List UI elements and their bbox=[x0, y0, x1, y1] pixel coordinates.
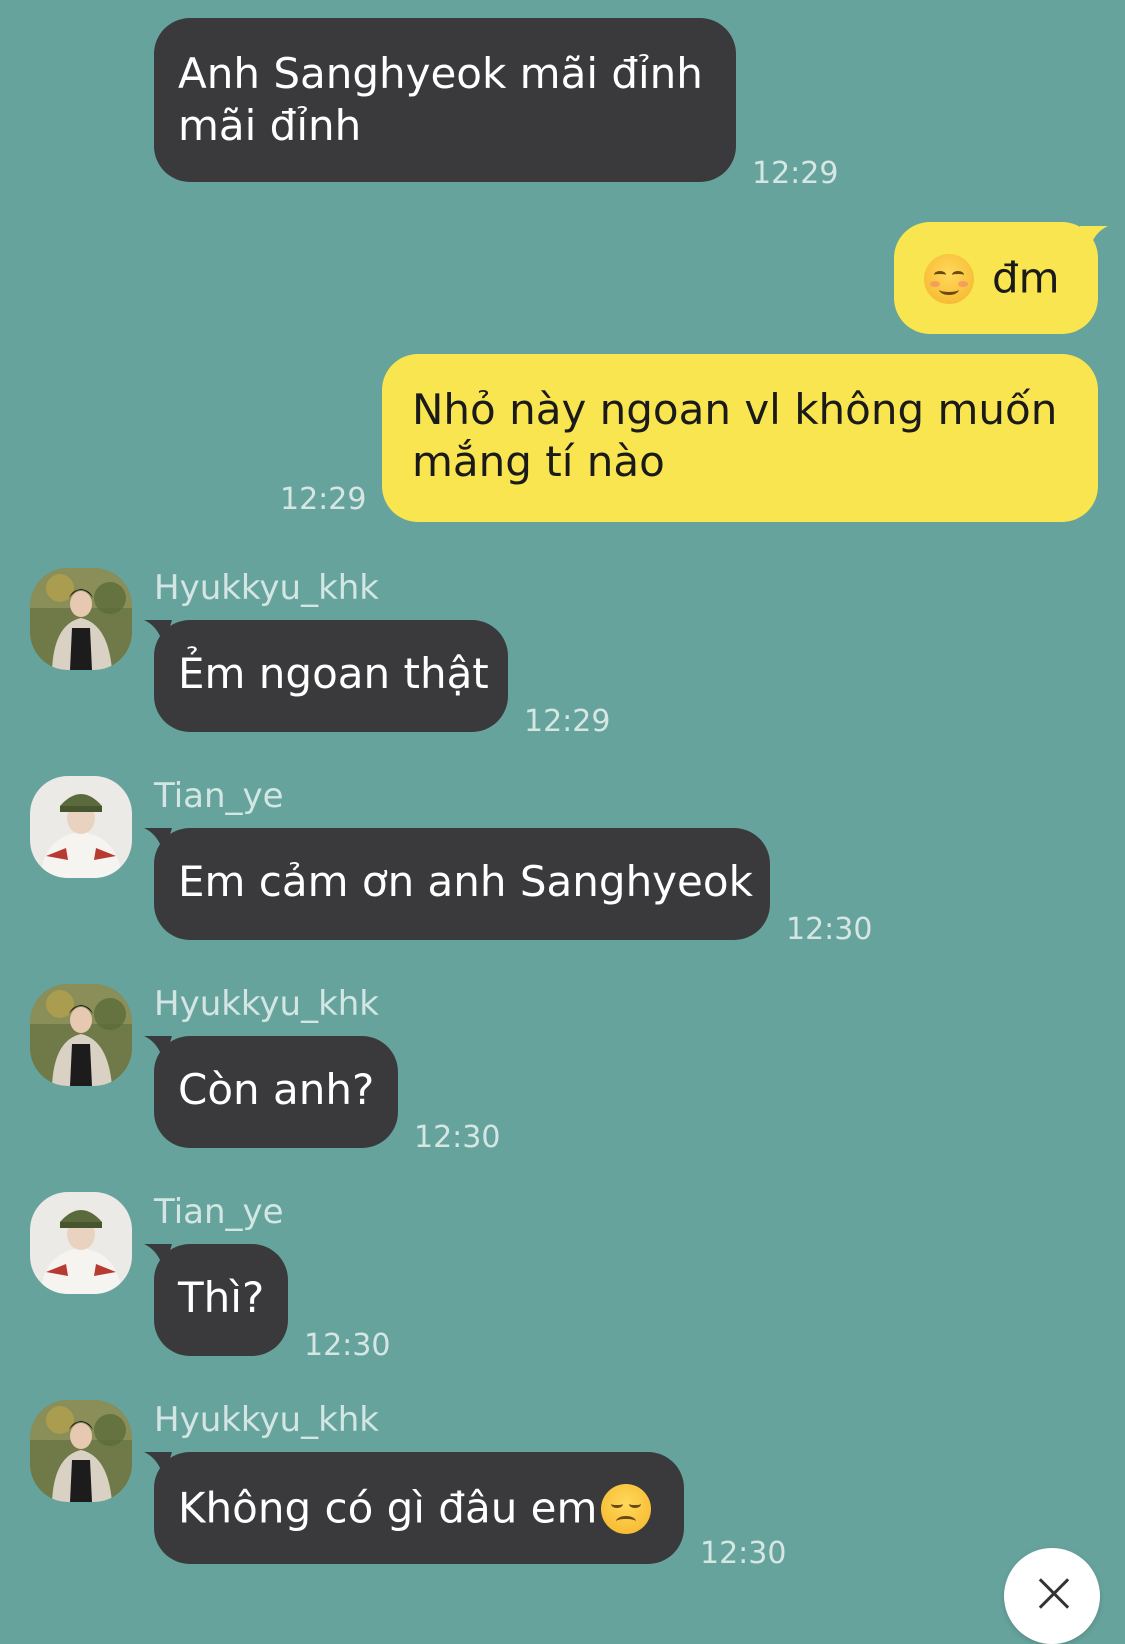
sender-name: Hyukkyu_khk bbox=[154, 1400, 380, 1440]
message-text-line-2: mãi đỉnh bbox=[178, 101, 362, 150]
incoming-message[interactable]: Ẻm ngoan thật bbox=[154, 620, 508, 732]
message-time: 12:30 bbox=[414, 1120, 501, 1155]
outgoing-message[interactable]: Nhỏ này ngoan vl không muốn mắng tí nào bbox=[382, 354, 1098, 522]
incoming-message[interactable]: Thì? bbox=[154, 1244, 288, 1356]
bubble-tail bbox=[1080, 226, 1108, 252]
sender-name: Tian_ye bbox=[154, 776, 284, 816]
close-icon[interactable] bbox=[1004, 1548, 1100, 1644]
outgoing-message[interactable]: đm bbox=[894, 222, 1098, 334]
avatar[interactable] bbox=[30, 776, 132, 878]
avatar[interactable] bbox=[30, 984, 132, 1086]
incoming-message[interactable]: Anh Sanghyeok mãi đỉnh mãi đỉnh bbox=[154, 18, 736, 182]
message-text: đm bbox=[992, 253, 1060, 303]
message-text: Còn anh? bbox=[178, 1065, 375, 1114]
avatar[interactable] bbox=[30, 1400, 132, 1502]
message-time: 12:30 bbox=[304, 1328, 391, 1363]
message-time: 12:29 bbox=[524, 704, 611, 739]
incoming-message[interactable]: Còn anh? bbox=[154, 1036, 398, 1148]
message-time: 12:30 bbox=[786, 912, 873, 947]
message-text: Thì? bbox=[178, 1273, 265, 1322]
message-text: Ẻm ngoan thật bbox=[178, 649, 489, 698]
sender-name: Tian_ye bbox=[154, 1192, 284, 1232]
message-text: Em cảm ơn anh Sanghyeok bbox=[178, 857, 753, 906]
message-time: 12:30 bbox=[700, 1536, 787, 1571]
sender-name: Hyukkyu_khk bbox=[154, 984, 380, 1024]
message-text-line-1: Nhỏ này ngoan vl không muốn bbox=[412, 385, 1058, 434]
incoming-message[interactable]: Không có gì đâu em bbox=[154, 1452, 684, 1564]
sender-name: Hyukkyu_khk bbox=[154, 568, 380, 608]
message-time: 12:29 bbox=[280, 482, 367, 517]
avatar[interactable] bbox=[30, 568, 132, 670]
avatar[interactable] bbox=[30, 1192, 132, 1294]
smiling-face-icon bbox=[924, 253, 974, 304]
message-text: Không có gì đâu em bbox=[178, 1483, 598, 1533]
message-time: 12:29 bbox=[752, 156, 839, 191]
message-text-line-1: Anh Sanghyeok mãi đỉnh bbox=[178, 49, 703, 98]
message-text-line-2: mắng tí nào bbox=[412, 437, 665, 486]
disappointed-face-icon bbox=[601, 1483, 652, 1534]
incoming-message[interactable]: Em cảm ơn anh Sanghyeok bbox=[154, 828, 770, 940]
